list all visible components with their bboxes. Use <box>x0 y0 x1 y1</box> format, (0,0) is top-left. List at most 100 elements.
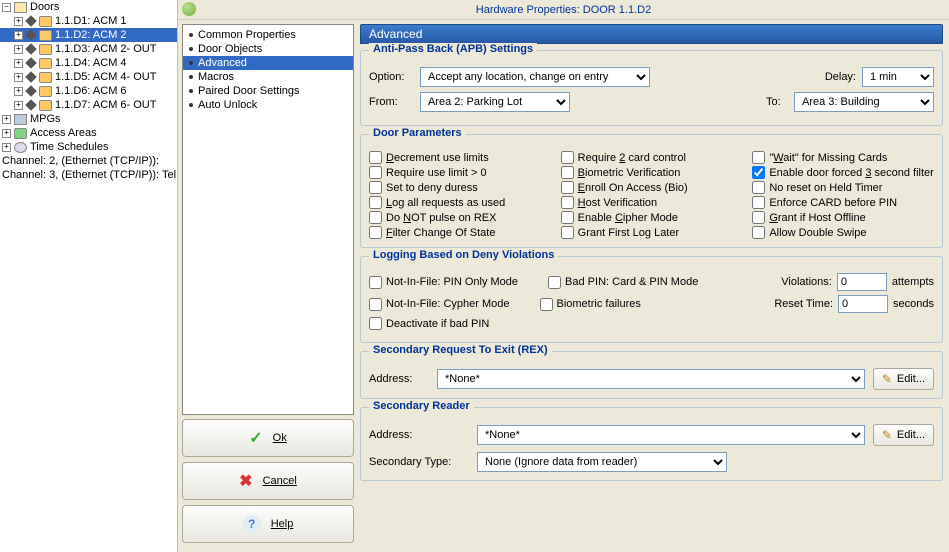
tree-item-label: 1.1.D3: ACM 2- OUT <box>55 43 156 55</box>
checkbox[interactable] <box>561 226 574 239</box>
door-param-check[interactable]: Filter Change Of State <box>369 226 551 239</box>
door-param-check[interactable]: Enable Cipher Mode <box>561 211 743 224</box>
expand-icon[interactable]: + <box>2 143 11 152</box>
door-module-icon <box>39 58 52 69</box>
log-check[interactable]: Not-In-File: Cypher Mode <box>369 298 510 311</box>
door-param-check[interactable]: Set to deny duress <box>369 181 551 194</box>
checkbox[interactable] <box>369 151 382 164</box>
check-label: Decrement use limits <box>386 152 489 164</box>
check-label: No reset on Held Timer <box>769 182 882 194</box>
door-param-check[interactable]: Require 2 card control <box>561 151 743 164</box>
tree-item-label: 1.1.D4: ACM 4 <box>55 57 127 69</box>
collapse-icon[interactable]: − <box>2 3 11 12</box>
door-param-check[interactable]: Host Verification <box>561 196 743 209</box>
checkbox[interactable] <box>561 166 574 179</box>
help-button[interactable]: ? Help <box>182 505 354 543</box>
tree-door-item[interactable]: +1.1.D6: ACM 6 <box>0 84 177 98</box>
check-label: Enable door forced 3 second filter <box>769 167 934 179</box>
log-check[interactable]: Biometric failures <box>540 298 641 311</box>
apb-from-label: From: <box>369 96 414 108</box>
nav-item-macros[interactable]: Macros <box>183 70 353 84</box>
tree-access-areas[interactable]: + Access Areas <box>0 126 177 140</box>
expand-icon[interactable]: + <box>2 115 11 124</box>
apb-from-combo[interactable]: Area 2: Parking Lot <box>420 92 570 112</box>
check-label: "Wait" for Missing Cards <box>769 152 887 164</box>
door-param-check[interactable]: "Wait" for Missing Cards <box>752 151 934 164</box>
violations-input[interactable] <box>837 273 887 291</box>
expand-icon[interactable]: + <box>14 73 23 82</box>
door-param-check[interactable]: Do NOT pulse on REX <box>369 211 551 224</box>
checkbox[interactable] <box>369 211 382 224</box>
door-param-check[interactable]: No reset on Held Timer <box>752 181 934 194</box>
checkbox[interactable] <box>369 226 382 239</box>
reader-group: Secondary Reader Address: *None* ✎ Edit.… <box>360 407 943 481</box>
expand-icon[interactable]: + <box>14 17 23 26</box>
nav-item-paired-door-settings[interactable]: Paired Door Settings <box>183 84 353 98</box>
door-param-check[interactable]: Allow Double Swipe <box>752 226 934 239</box>
apb-option-combo[interactable]: Accept any location, change on entry <box>420 67 650 87</box>
door-param-check[interactable]: Grant First Log Later <box>561 226 743 239</box>
rex-edit-button[interactable]: ✎ Edit... <box>873 368 934 390</box>
apb-to-combo[interactable]: Area 3: Building <box>794 92 934 112</box>
checkbox[interactable] <box>752 226 765 239</box>
door-param-check[interactable]: Enable door forced 3 second filter <box>752 166 934 179</box>
apb-delay-combo[interactable]: 1 min <box>862 67 934 87</box>
checkbox[interactable] <box>752 196 765 209</box>
nav-item-common-properties[interactable]: Common Properties <box>183 28 353 42</box>
door-param-check[interactable]: Require use limit > 0 <box>369 166 551 179</box>
ok-button[interactable]: ✓ Ok <box>182 419 354 457</box>
title-bar: Hardware Properties: DOOR 1.1.D2 <box>178 0 949 20</box>
checkbox[interactable] <box>752 166 765 179</box>
tree-door-item[interactable]: +1.1.D7: ACM 6- OUT <box>0 98 177 112</box>
expand-icon[interactable]: + <box>14 45 23 54</box>
checkbox[interactable] <box>369 166 382 179</box>
door-param-check[interactable]: Enforce CARD before PIN <box>752 196 934 209</box>
checkbox[interactable] <box>752 211 765 224</box>
log-check[interactable]: Deactivate if bad PIN <box>369 317 489 330</box>
expand-icon[interactable]: + <box>14 59 23 68</box>
tree-root-label: Doors <box>30 1 59 13</box>
reader-title: Secondary Reader <box>369 400 474 412</box>
app-menu-icon[interactable] <box>182 2 196 16</box>
checkbox[interactable] <box>752 151 765 164</box>
tree-door-item[interactable]: +1.1.D4: ACM 4 <box>0 56 177 70</box>
expand-icon[interactable]: + <box>14 87 23 96</box>
nav-item-auto-unlock[interactable]: Auto Unlock <box>183 98 353 112</box>
reader-sectype-label: Secondary Type: <box>369 456 469 468</box>
reader-sectype-combo[interactable]: None (Ignore data from reader) <box>477 452 727 472</box>
cancel-button[interactable]: ✖ Cancel <box>182 462 354 500</box>
tree-door-item[interactable]: +1.1.D3: ACM 2- OUT <box>0 42 177 56</box>
checkbox[interactable] <box>369 181 382 194</box>
checkbox[interactable] <box>561 151 574 164</box>
checkbox[interactable] <box>369 196 382 209</box>
door-param-check[interactable]: Biometric Verification <box>561 166 743 179</box>
reset-input[interactable] <box>838 295 888 313</box>
log-check[interactable]: Not-In-File: PIN Only Mode <box>369 276 518 289</box>
nav-item-advanced[interactable]: Advanced <box>183 56 353 70</box>
tree-door-item[interactable]: +1.1.D5: ACM 4- OUT <box>0 70 177 84</box>
door-param-check[interactable]: Grant if Host Offline <box>752 211 934 224</box>
reader-address-combo[interactable]: *None* <box>477 425 865 445</box>
tree-door-item[interactable]: +1.1.D2: ACM 2 <box>0 28 177 42</box>
expand-icon[interactable]: + <box>2 129 11 138</box>
tree-root-doors[interactable]: − Doors <box>0 0 177 14</box>
rex-title: Secondary Request To Exit (REX) <box>369 344 552 356</box>
rex-address-combo[interactable]: *None* <box>437 369 865 389</box>
checkbox[interactable] <box>561 181 574 194</box>
expand-icon[interactable]: + <box>14 101 23 110</box>
tree-door-item[interactable]: +1.1.D1: ACM 1 <box>0 14 177 28</box>
tree-mpgs[interactable]: + MPGs <box>0 112 177 126</box>
reader-edit-button[interactable]: ✎ Edit... <box>873 424 934 446</box>
reset-unit: seconds <box>893 298 934 310</box>
door-param-check[interactable]: Decrement use limits <box>369 151 551 164</box>
checkbox[interactable] <box>752 181 765 194</box>
wand-icon: ✎ <box>882 428 892 442</box>
tree-time-schedules[interactable]: + Time Schedules <box>0 140 177 154</box>
checkbox[interactable] <box>561 211 574 224</box>
door-param-check[interactable]: Enroll On Access (Bio) <box>561 181 743 194</box>
checkbox[interactable] <box>561 196 574 209</box>
door-param-check[interactable]: Log all requests as used <box>369 196 551 209</box>
log-check[interactable]: Bad PIN: Card & PIN Mode <box>548 276 698 289</box>
expand-icon[interactable]: + <box>14 31 23 40</box>
nav-item-door-objects[interactable]: Door Objects <box>183 42 353 56</box>
